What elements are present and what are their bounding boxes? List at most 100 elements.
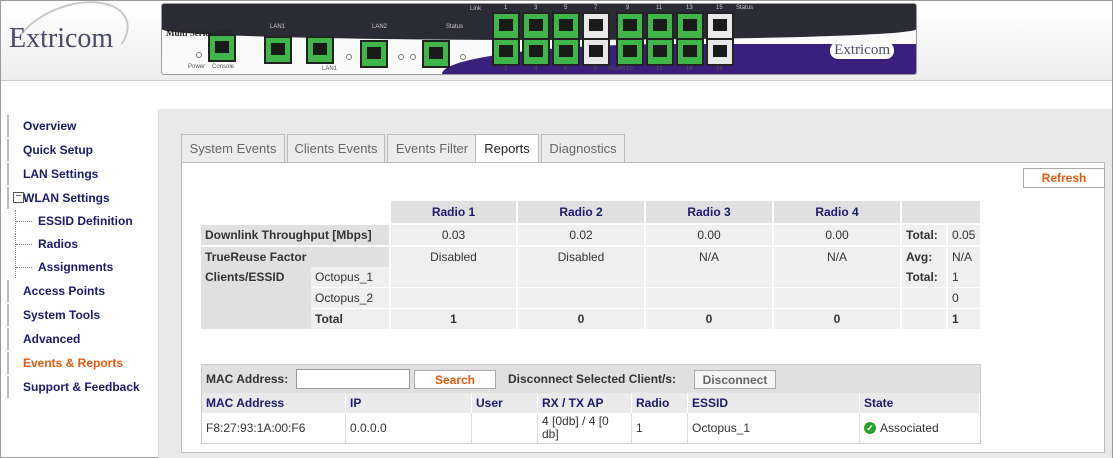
downlink-radio-4: 0.00 (774, 225, 900, 245)
downlink-label: Downlink Throughput [Mbps] (201, 225, 389, 245)
status2-label: Status (736, 5, 754, 11)
lan2-label: LAN2 (372, 24, 388, 30)
client-essid: Octopus_1 (688, 413, 860, 443)
client-ip: 0.0.0.0 (346, 413, 472, 443)
downlink-total-label: Total: (902, 225, 946, 245)
wlan-port-6-icon (646, 12, 674, 40)
port-number-1: 1 (504, 5, 508, 11)
power-label: Power (188, 64, 206, 70)
status-led-icon (460, 54, 466, 60)
wlan-port-10-icon (522, 38, 550, 66)
radio-1-header: Radio 1 (391, 201, 516, 223)
sidebar-item-quick-setup[interactable]: Quick Setup (7, 139, 157, 161)
clients-total-radio-2: 0 (518, 309, 644, 329)
truereuse-radio-4: N/A (774, 247, 900, 267)
radio-3-header: Radio 3 (646, 201, 772, 223)
wlan-port-1-icon (492, 12, 520, 40)
main-content: System Events Clients Events Events Filt… (159, 109, 1112, 458)
sidebar-item-overview[interactable]: Overview (7, 115, 157, 137)
essid-row-name: Octopus_2 (311, 288, 389, 308)
sidebar-item-access-points[interactable]: Access Points (7, 280, 157, 302)
sidebar-item-system-tools[interactable]: System Tools (7, 304, 157, 326)
truereuse-radio-1: Disabled (391, 247, 516, 267)
port-number-4: 4 (534, 66, 538, 72)
wlan-port-16-icon (706, 38, 734, 66)
truereuse-label: TrueReuse Factor (201, 247, 389, 267)
sidebar-item-wlan-settings[interactable]: − WLAN Settings (7, 187, 157, 209)
collapse-minus-icon[interactable]: − (13, 192, 24, 203)
column-header-ip: IP (346, 393, 472, 413)
link-label: Link (470, 6, 482, 12)
sidebar-item-wlan-settings-label: WLAN Settings (23, 191, 110, 205)
truereuse-radio-3: N/A (646, 247, 772, 267)
wlan-port-5-icon (616, 12, 644, 40)
search-button[interactable]: Search (414, 370, 496, 389)
sidebar-item-advanced[interactable]: Advanced (7, 328, 157, 350)
lan1-label: LAN1 (270, 24, 286, 30)
essid-row-total: 0 (948, 288, 980, 308)
client-mac[interactable]: F8:27:93:1A:00:F6 (202, 413, 346, 443)
downlink-total-value: 0.05 (948, 225, 980, 245)
lan-port-3-icon (360, 40, 388, 68)
column-header-user: User (472, 393, 538, 413)
downlink-radio-2: 0.02 (518, 225, 644, 245)
sidebar-item-lan-settings[interactable]: LAN Settings (7, 163, 157, 185)
mac-address-input[interactable] (296, 369, 410, 389)
downlink-radio-3: 0.00 (646, 225, 772, 245)
sidebar-item-essid-definition[interactable]: ESSID Definition (15, 210, 157, 232)
sidebar-nav: Overview Quick Setup LAN Settings − WLAN… (1, 109, 159, 458)
wlan-port-7-icon (676, 12, 704, 40)
clients-total-spacer (902, 309, 946, 329)
port-number-7: 7 (594, 5, 598, 11)
essid-row-radio-4 (774, 267, 900, 287)
port-number-3: 3 (534, 5, 538, 11)
tab-diagnostics[interactable]: Diagnostics (541, 134, 625, 162)
truereuse-avg-label: Avg: (902, 247, 946, 267)
column-header-essid: ESSID (688, 393, 860, 413)
essid-row-radio-3 (646, 267, 772, 287)
console-label: Console (212, 64, 235, 70)
disconnect-label: Disconnect Selected Client/s: (508, 372, 677, 386)
essid-row-name: Octopus_1 (311, 267, 389, 287)
client-state-label: Associated (880, 420, 939, 435)
radio-4-header: Radio 4 (774, 201, 900, 223)
wlan-port-9-icon (492, 38, 520, 66)
essid-row-radio-4 (774, 288, 900, 308)
clients-total-radio-4: 0 (774, 309, 900, 329)
sidebar-item-support-feedback[interactable]: Support & Feedback (7, 376, 157, 398)
port-number-12: 12 (656, 66, 663, 72)
port-number-13: 13 (686, 5, 693, 11)
lan-port-2-icon (306, 36, 334, 64)
led-a-icon (398, 54, 404, 60)
downlink-radio-1: 0.03 (391, 225, 516, 245)
tab-events-filter[interactable]: Events Filter (387, 134, 477, 162)
clients-total-row-label: Total (311, 309, 389, 329)
essid-row-radio-1 (391, 267, 516, 287)
clients-total-label: Total: (902, 267, 946, 287)
tab-system-events[interactable]: System Events (181, 134, 285, 162)
disconnect-button[interactable]: Disconnect (694, 370, 776, 389)
refresh-button[interactable]: Refresh (1023, 168, 1105, 188)
port-number-10: 10 (626, 66, 633, 72)
radio-stats-table: Radio 1 Radio 2 Radio 3 Radio 4 Downlink… (201, 201, 981, 329)
essid-row-radio-2 (518, 288, 644, 308)
tab-clients-events[interactable]: Clients Events (287, 134, 385, 162)
sidebar-item-events-reports[interactable]: Events & Reports (7, 352, 157, 374)
tab-reports[interactable]: Reports (475, 134, 539, 163)
sidebar-item-radios[interactable]: Radios (15, 233, 157, 255)
lan-led-icon (346, 54, 352, 60)
device-illustration: Multi Series 1000 Extricom Power Console… (161, 3, 917, 75)
check-circle-icon: ✓ (864, 422, 876, 434)
reports-panel: Refresh Radio 1 Radio 2 Radio 3 Radio 4 … (181, 162, 1105, 453)
wlan-label: WLAN (608, 66, 626, 72)
port-number-11: 11 (656, 5, 663, 11)
port-number-16: 16 (716, 66, 723, 72)
client-user (472, 413, 538, 443)
power-led-icon (196, 52, 202, 58)
client-search-bar: MAC Address: Search Disconnect Selected … (202, 365, 980, 393)
wlan-port-15-icon (676, 38, 704, 66)
sidebar-item-assignments[interactable]: Assignments (15, 256, 157, 278)
client-rxtx: 4 [0db] / 4 [0 db] (538, 413, 632, 443)
brand-logo: Extricom (9, 23, 114, 54)
wlan-port-2-icon (522, 12, 550, 40)
